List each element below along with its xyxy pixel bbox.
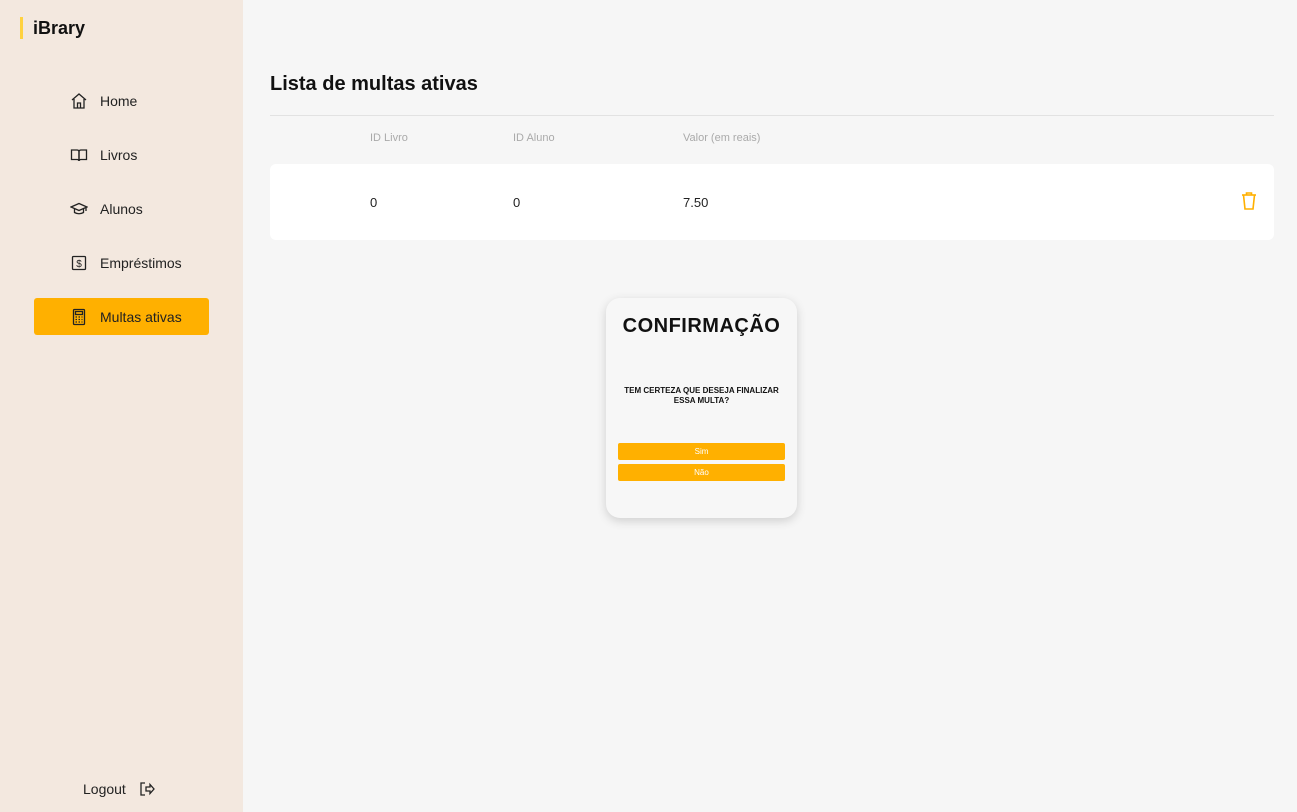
column-header-id-livro: ID Livro	[370, 132, 408, 144]
sidebar-item-alunos[interactable]: Alunos	[34, 190, 209, 227]
sidebar-item-label: Home	[100, 92, 138, 109]
modal-title: CONFIRMAÇÃO	[622, 315, 781, 337]
page-title: Lista de multas ativas	[270, 73, 478, 95]
logout-icon	[138, 780, 156, 798]
sidebar-item-label: Empréstimos	[100, 254, 182, 271]
logout-label: Logout	[83, 781, 126, 797]
trash-icon[interactable]	[1240, 191, 1258, 211]
sidebar-item-livros[interactable]: Livros	[34, 136, 209, 173]
confirmation-modal: CONFIRMAÇÃO TEM CERTEZA QUE DESEJA FINAL…	[606, 298, 797, 518]
sidebar-item-multas-ativas[interactable]: Multas ativas	[34, 298, 209, 335]
column-header-valor: Valor (em reais)	[683, 132, 761, 144]
column-header-id-aluno: ID Aluno	[513, 132, 555, 144]
main-content: Lista de multas ativas ID Livro ID Aluno…	[243, 0, 1297, 812]
divider	[270, 115, 1274, 116]
sidebar-item-label: Multas ativas	[100, 308, 182, 325]
sidebar-item-label: Livros	[100, 146, 138, 163]
home-icon	[70, 92, 88, 110]
brand-name: iBrary	[33, 17, 86, 38]
cell-id-aluno: 0	[513, 195, 521, 210]
book-icon	[70, 146, 88, 164]
sidebar-item-label: Alunos	[100, 200, 143, 217]
table-row: 0 0 7.50	[270, 164, 1274, 240]
sidebar-item-emprestimos[interactable]: $ Empréstimos	[34, 244, 209, 281]
cell-valor: 7.50	[683, 195, 709, 210]
sidebar-item-home[interactable]: Home	[34, 82, 209, 119]
sidebar: iBrary Home Livros Alunos $ Empréstimos …	[0, 0, 243, 812]
cell-id-livro: 0	[370, 195, 378, 210]
graduation-cap-icon	[70, 200, 88, 218]
modal-message: TEM CERTEZA QUE DESEJA FINALIZAR ESSA MU…	[624, 386, 779, 405]
svg-text:$: $	[76, 259, 82, 270]
logout-button[interactable]: Logout	[83, 780, 156, 798]
table-header: ID Livro ID Aluno Valor (em reais)	[270, 132, 1274, 148]
brand-accent-bar	[20, 17, 23, 39]
money-icon: $	[70, 254, 88, 272]
confirm-no-button[interactable]: Não	[618, 464, 785, 481]
confirm-yes-button[interactable]: Sim	[618, 443, 785, 460]
calculator-icon	[70, 308, 88, 326]
sidebar-nav: Home Livros Alunos $ Empréstimos Multas …	[34, 82, 209, 352]
brand-logo: iBrary	[20, 16, 85, 40]
